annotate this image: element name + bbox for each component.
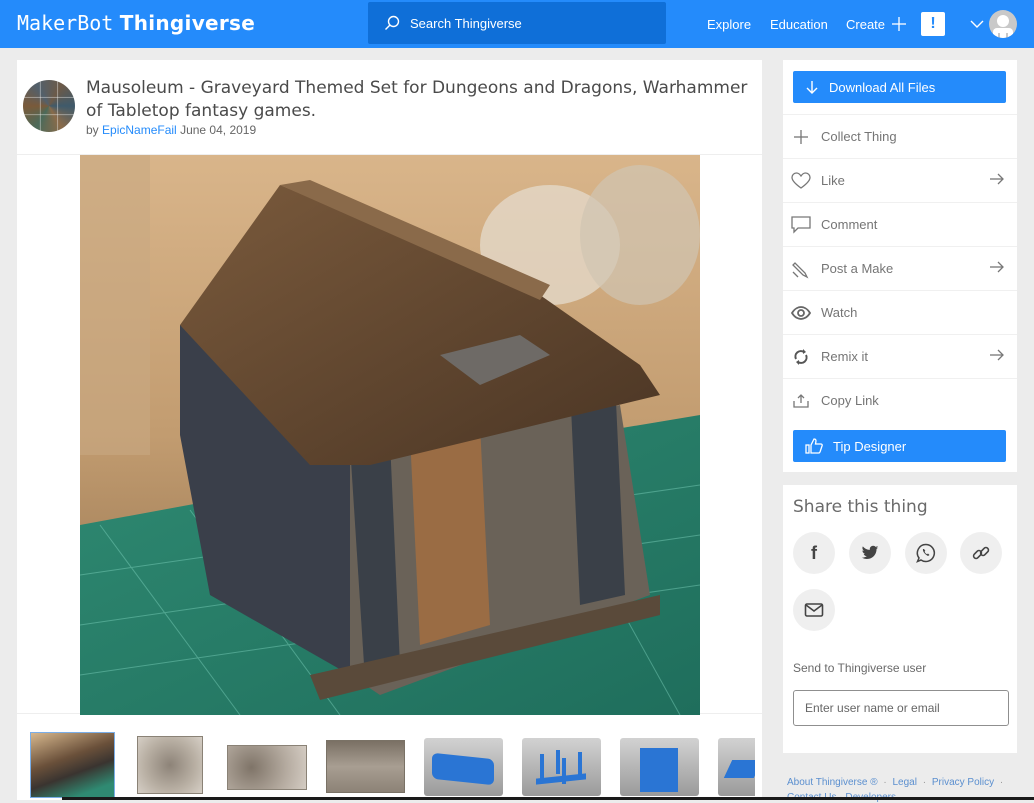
footer-link-privacy[interactable]: Privacy Policy (932, 777, 994, 788)
notifications-alert-button[interactable]: ! (921, 12, 945, 36)
action-label: Comment (821, 217, 878, 232)
download-all-files-label: Download All Files (829, 79, 936, 95)
whatsapp-icon (916, 543, 936, 563)
thing-title: Mausoleum - Graveyard Themed Set for Dun… (86, 78, 748, 121)
thumbnail-4[interactable] (326, 740, 405, 793)
action-label: Copy Link (821, 393, 879, 408)
share-facebook-button[interactable]: f (793, 532, 835, 574)
author-link[interactable]: EpicNameFail (102, 123, 177, 137)
share-email-button[interactable] (793, 589, 835, 631)
thumbnail-7[interactable] (620, 738, 699, 796)
action-label: Remix it (821, 349, 868, 364)
share-upload-icon (791, 391, 811, 411)
search-placeholder: Search Thingiverse (410, 15, 522, 31)
arrow-right-icon (990, 173, 1004, 185)
comment-icon (791, 215, 811, 235)
arrow-right-icon (990, 261, 1004, 273)
top-navigation-bar: MakerBot Thingiverse Search Thingiverse … (0, 0, 1034, 48)
footer-link-legal[interactable]: Legal (892, 777, 916, 788)
footer-link-about[interactable]: About Thingiverse ® (787, 777, 878, 788)
thumbs-up-icon (805, 438, 823, 454)
tip-designer-button[interactable]: Tip Designer (793, 430, 1006, 462)
post-make-icon (791, 259, 811, 279)
thing-actions-panel: Download All Files Collect Thing Like Co… (783, 60, 1017, 472)
thumbnail-strip (17, 732, 762, 800)
footer-separator: · (883, 777, 887, 788)
logo-makerbot-text: MakerBot (17, 11, 114, 35)
plus-icon (892, 17, 907, 31)
thumbnail-6[interactable] (522, 738, 601, 796)
share-title: Share this thing (793, 497, 928, 517)
nav-create[interactable]: Create (846, 0, 907, 48)
action-collect-thing[interactable]: Collect Thing (783, 114, 1017, 158)
share-panel: Share this thing f Send to Thingiverse u… (783, 485, 1017, 753)
mausoleum-photo (80, 155, 700, 715)
thumbnail-3[interactable] (227, 745, 307, 790)
share-twitter-button[interactable] (849, 532, 891, 574)
chevron-down-icon[interactable] (970, 17, 984, 31)
action-label: Collect Thing (821, 129, 897, 144)
share-whatsapp-button[interactable] (905, 532, 947, 574)
action-remix-it[interactable]: Remix it (783, 334, 1017, 378)
nav-education-label: Education (770, 16, 828, 32)
action-post-a-make[interactable]: Post a Make (783, 246, 1017, 290)
user-avatar[interactable] (989, 10, 1017, 38)
action-watch[interactable]: Watch (783, 290, 1017, 334)
user-avatar-icon (993, 15, 1013, 38)
search-bar[interactable]: Search Thingiverse (368, 2, 666, 44)
plus-icon (791, 127, 811, 147)
nav-create-label: Create (846, 16, 886, 32)
tip-designer-label: Tip Designer (833, 438, 907, 454)
nav-explore[interactable]: Explore (707, 0, 751, 48)
email-icon (804, 603, 824, 617)
remix-icon (791, 347, 811, 367)
thumbnail-2[interactable] (137, 736, 203, 794)
nav-explore-label: Explore (707, 16, 752, 32)
facebook-icon: f (811, 542, 817, 563)
action-label: Watch (821, 305, 858, 320)
action-copy-link[interactable]: Copy Link (783, 378, 1017, 422)
main-thing-image[interactable] (80, 155, 700, 715)
action-label: Like (821, 173, 845, 188)
send-to-user-input[interactable] (793, 690, 1009, 726)
action-like[interactable]: Like (783, 158, 1017, 202)
twitter-icon (861, 545, 879, 559)
search-icon (385, 15, 400, 30)
thumbnail-8[interactable] (718, 738, 755, 796)
action-label: Post a Make (821, 261, 894, 276)
thing-byline: by EpicNameFail June 04, 2019 (86, 123, 256, 137)
send-to-user-label: Send to Thingiverse user (793, 661, 927, 675)
action-comment[interactable]: Comment (783, 202, 1017, 246)
nav-education[interactable]: Education (770, 0, 828, 48)
footer-links: About Thingiverse ® · Legal · Privacy Po… (787, 777, 1006, 788)
thumbnail-1[interactable] (30, 732, 115, 798)
publish-date: June 04, 2019 (180, 123, 257, 137)
heart-icon (791, 171, 811, 191)
footer-separator: · (922, 777, 927, 788)
thumbnail-5[interactable] (424, 738, 503, 796)
eye-icon (791, 303, 811, 323)
makerbot-thingiverse-logo[interactable]: MakerBot Thingiverse (17, 10, 255, 36)
share-copy-link-button[interactable] (960, 532, 1002, 574)
footer-separator: · (999, 777, 1004, 788)
logo-thingiverse-text: Thingiverse (119, 11, 256, 35)
designer-avatar[interactable] (23, 80, 75, 132)
image-viewer (17, 154, 762, 715)
by-label: by (86, 123, 99, 137)
link-icon (972, 546, 990, 560)
download-arrow-icon (806, 81, 818, 94)
thing-detail-card: Mausoleum - Graveyard Themed Set for Dun… (17, 60, 762, 800)
arrow-right-icon (990, 349, 1004, 361)
download-all-files-button[interactable]: Download All Files (793, 71, 1006, 103)
